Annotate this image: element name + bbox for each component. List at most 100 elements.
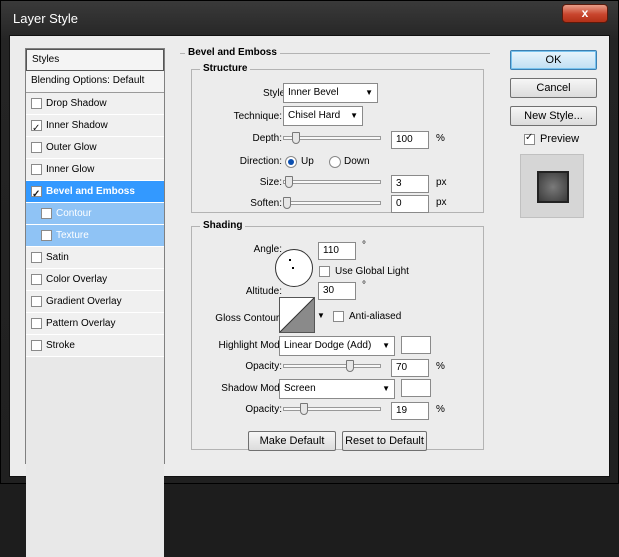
shadow-mode-value: Screen xyxy=(284,383,316,394)
shadow-opacity-slider[interactable] xyxy=(283,407,381,411)
effect-checkbox[interactable] xyxy=(31,296,42,307)
chevron-down-icon: ▼ xyxy=(382,384,390,393)
soften-label: Soften: xyxy=(250,198,282,209)
size-input[interactable]: 3 xyxy=(391,175,429,193)
size-slider[interactable] xyxy=(283,180,381,184)
angle-input[interactable]: 110 xyxy=(318,242,356,260)
effect-label: Stroke xyxy=(46,339,75,351)
effect-item-gradient-overlay[interactable]: Gradient Overlay xyxy=(26,291,164,313)
blending-options-item[interactable]: Blending Options: Default xyxy=(26,71,164,93)
global-light-checkbox[interactable] xyxy=(319,266,330,277)
effect-label: Gradient Overlay xyxy=(46,295,122,307)
effect-item-pattern-overlay[interactable]: Pattern Overlay xyxy=(26,313,164,335)
highlight-color-swatch[interactable] xyxy=(401,336,431,354)
effects-list: Drop Shadow Inner Shadow Outer Glow Inner G… xyxy=(26,93,164,357)
depth-label: Depth: xyxy=(252,133,282,144)
direction-down-label: Down xyxy=(344,156,370,167)
effect-item-color-overlay[interactable]: Color Overlay xyxy=(26,269,164,291)
effect-item-satin[interactable]: Satin xyxy=(26,247,164,269)
effect-checkbox[interactable] xyxy=(31,142,42,153)
new-style-button[interactable]: New Style... xyxy=(510,106,597,126)
effect-checkbox[interactable] xyxy=(31,164,42,175)
size-slider-thumb[interactable] xyxy=(284,176,293,188)
effect-item-contour[interactable]: Contour xyxy=(26,203,164,225)
depth-input[interactable]: 100 xyxy=(391,131,429,149)
effect-checkbox[interactable] xyxy=(31,118,42,140)
effect-checkbox[interactable] xyxy=(31,274,42,285)
soften-input[interactable]: 0 xyxy=(391,195,429,213)
highlight-opacity-slider[interactable] xyxy=(283,364,381,368)
gloss-contour-preview[interactable] xyxy=(279,297,315,333)
effect-checkbox[interactable] xyxy=(31,252,42,263)
gloss-contour-label: Gloss Contour: xyxy=(215,313,282,324)
direction-label: Direction: xyxy=(239,156,282,167)
effect-label: Contour xyxy=(56,207,92,219)
title-bar[interactable]: Layer Style x xyxy=(1,1,618,35)
angle-dial[interactable] xyxy=(275,249,313,287)
effect-item-texture[interactable]: Texture xyxy=(26,225,164,247)
highlight-opacity-unit: % xyxy=(436,361,445,372)
technique-select[interactable]: Chisel Hard ▼ xyxy=(283,106,363,126)
preview-thumbnail xyxy=(537,171,569,203)
highlight-mode-select[interactable]: Linear Dodge (Add) ▼ xyxy=(279,336,395,356)
window-title: Layer Style xyxy=(13,11,79,26)
effect-item-outer-glow[interactable]: Outer Glow xyxy=(26,137,164,159)
bevel-emboss-title: Bevel and Emboss xyxy=(185,47,280,58)
angle-dial-marker xyxy=(289,259,291,261)
style-select[interactable]: Inner Bevel ▼ xyxy=(283,83,378,103)
reset-to-default-button[interactable]: Reset to Default xyxy=(342,431,427,451)
depth-slider-thumb[interactable] xyxy=(292,132,300,144)
effect-checkbox[interactable] xyxy=(31,318,42,329)
layer-style-window: Layer Style x Styles Blending Options: D… xyxy=(0,0,619,557)
effect-item-drop-shadow[interactable]: Drop Shadow xyxy=(26,93,164,115)
cancel-button[interactable]: Cancel xyxy=(510,78,597,98)
style-label: Style: xyxy=(262,88,288,99)
shadow-mode-select[interactable]: Screen ▼ xyxy=(279,379,395,399)
ok-button[interactable]: OK xyxy=(510,50,597,70)
style-select-value: Inner Bevel xyxy=(288,87,339,98)
shadow-opacity-label: Opacity: xyxy=(245,404,282,415)
effect-item-inner-shadow[interactable]: Inner Shadow xyxy=(26,115,164,140)
effect-item-stroke[interactable]: Stroke xyxy=(26,335,164,357)
shading-title: Shading xyxy=(200,220,246,231)
effect-label: Satin xyxy=(46,251,69,263)
altitude-unit: ° xyxy=(362,280,366,291)
altitude-label: Altitude: xyxy=(245,286,282,297)
effect-checkbox[interactable] xyxy=(31,340,42,351)
highlight-opacity-thumb[interactable] xyxy=(346,360,354,372)
structure-title: Structure xyxy=(200,63,251,74)
effect-item-inner-glow[interactable]: Inner Glow xyxy=(26,159,164,181)
anti-aliased-checkbox[interactable] xyxy=(333,311,344,322)
effect-checkbox[interactable] xyxy=(41,208,52,219)
effect-item-bevel-and-emboss[interactable]: Bevel and Emboss xyxy=(26,181,164,206)
technique-label: Technique: xyxy=(233,111,282,122)
size-label: Size: xyxy=(259,177,282,188)
close-button[interactable]: x xyxy=(562,4,608,23)
altitude-input[interactable]: 30 xyxy=(318,282,356,300)
soften-slider[interactable] xyxy=(283,201,381,205)
effect-label: Inner Glow xyxy=(46,163,95,175)
gloss-contour-dropdown-icon[interactable]: ▼ xyxy=(317,311,325,320)
shadow-opacity-unit: % xyxy=(436,404,445,415)
structure-group: Structure Style: Inner Bevel ▼ Technique:… xyxy=(191,63,484,213)
chevron-down-icon: ▼ xyxy=(350,111,358,120)
effect-checkbox[interactable] xyxy=(31,98,42,109)
preview-checkbox[interactable] xyxy=(524,132,535,145)
shadow-color-swatch[interactable] xyxy=(401,379,431,397)
make-default-button[interactable]: Make Default xyxy=(248,431,336,451)
dialog-client: Styles Blending Options: Default Drop Sh… xyxy=(9,35,610,557)
technique-select-value: Chisel Hard xyxy=(288,110,341,121)
effect-label: Bevel and Emboss xyxy=(46,185,135,197)
effect-label: Drop Shadow xyxy=(46,97,107,109)
highlight-opacity-input[interactable]: 70 xyxy=(391,359,429,377)
effect-label: Texture xyxy=(56,229,89,241)
soften-slider-thumb[interactable] xyxy=(283,197,291,209)
shadow-opacity-thumb[interactable] xyxy=(300,403,309,415)
effect-checkbox[interactable] xyxy=(31,184,42,206)
direction-down-radio[interactable] xyxy=(329,156,341,168)
depth-unit: % xyxy=(436,133,445,144)
direction-up-radio[interactable] xyxy=(285,156,297,168)
shadow-opacity-input[interactable]: 19 xyxy=(391,402,429,420)
styles-header[interactable]: Styles xyxy=(26,49,164,71)
effect-checkbox[interactable] xyxy=(41,230,52,241)
